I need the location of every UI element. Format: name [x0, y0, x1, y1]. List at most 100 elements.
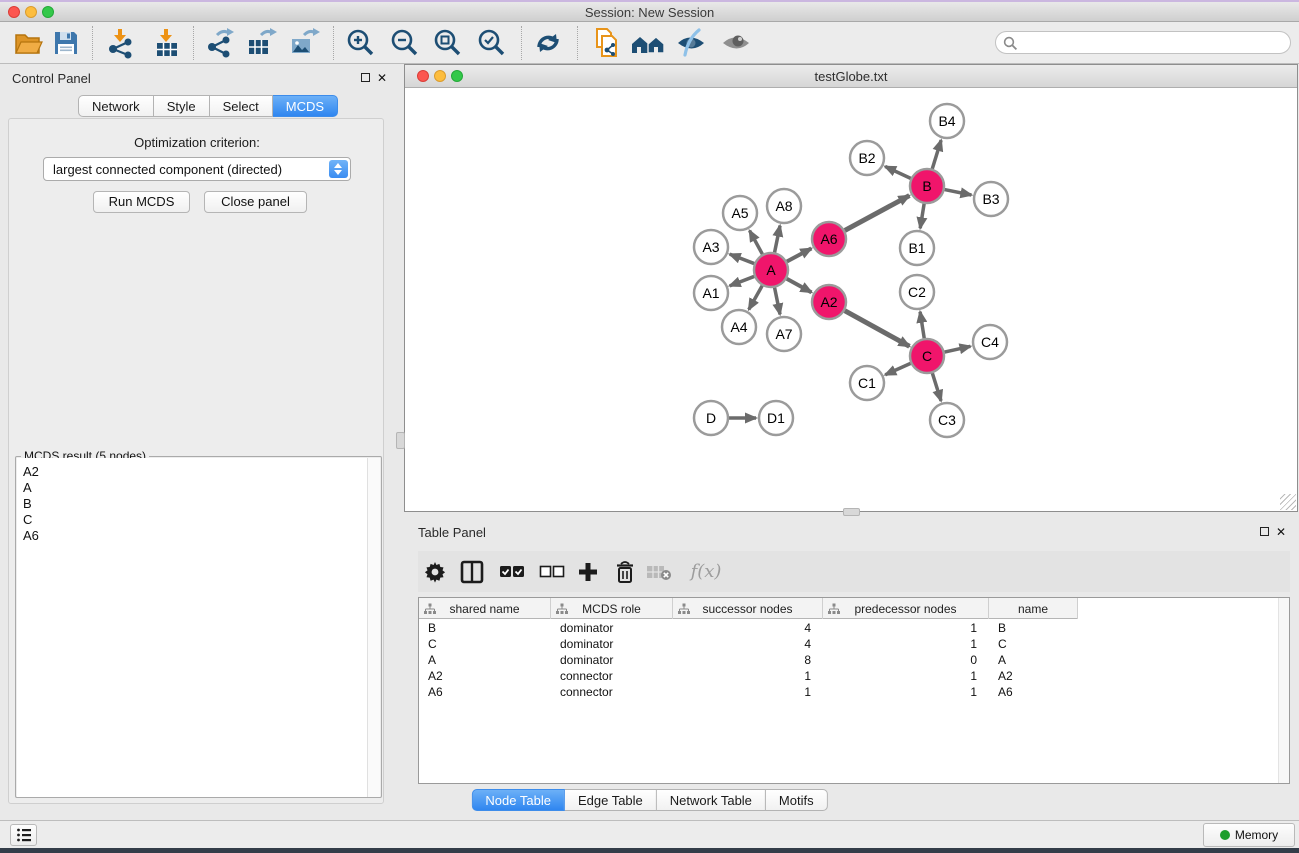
- tab-node-table[interactable]: Node Table: [471, 789, 565, 811]
- save-session-icon[interactable]: [48, 26, 84, 60]
- tab-mcds[interactable]: MCDS: [273, 95, 338, 117]
- select-all-icon[interactable]: [495, 551, 529, 592]
- edge-B-B3[interactable]: [945, 190, 972, 195]
- edge-B-B4[interactable]: [932, 140, 941, 169]
- graph-node-B3[interactable]: B3: [974, 182, 1008, 216]
- cell-predecessor-nodes[interactable]: 1: [823, 636, 989, 652]
- cell-shared-name[interactable]: B: [419, 620, 551, 636]
- cell-MCDS-role[interactable]: connector: [551, 684, 673, 700]
- table-close-panel-icon[interactable]: ✕: [1276, 527, 1286, 537]
- graph-node-A2[interactable]: A2: [812, 285, 846, 319]
- cell-MCDS-role[interactable]: dominator: [551, 652, 673, 668]
- graph-node-A6[interactable]: A6: [812, 222, 846, 256]
- close-panel-icon[interactable]: ✕: [377, 73, 387, 83]
- settings-gear-icon[interactable]: [418, 551, 452, 592]
- edge-A2-C[interactable]: [845, 311, 910, 347]
- cell-shared-name[interactable]: A2: [419, 668, 551, 684]
- graph-node-C1[interactable]: C1: [850, 366, 884, 400]
- import-network-icon[interactable]: [102, 26, 138, 60]
- edge-A-A5[interactable]: [750, 231, 763, 255]
- window-titlebar[interactable]: Session: New Session: [0, 2, 1299, 22]
- graph-node-D[interactable]: D: [694, 401, 728, 435]
- search-input[interactable]: [1022, 33, 1282, 52]
- search-field[interactable]: [995, 31, 1291, 54]
- cell-MCDS-role[interactable]: dominator: [551, 636, 673, 652]
- cell-name[interactable]: A6: [989, 684, 1078, 700]
- cell-predecessor-nodes[interactable]: 1: [823, 684, 989, 700]
- cell-successor-nodes[interactable]: 8: [673, 652, 823, 668]
- column-header-name[interactable]: name: [989, 598, 1078, 619]
- tab-motifs[interactable]: Motifs: [766, 789, 828, 811]
- cell-name[interactable]: A: [989, 652, 1078, 668]
- cell-predecessor-nodes[interactable]: 1: [823, 668, 989, 684]
- graph-node-A5[interactable]: A5: [723, 196, 757, 230]
- edge-A-A2[interactable]: [787, 279, 812, 293]
- resize-grip[interactable]: [1280, 494, 1296, 510]
- memory-button[interactable]: Memory: [1203, 823, 1295, 847]
- destroy-table-icon[interactable]: [642, 551, 676, 592]
- mcds-result-item[interactable]: A2: [23, 464, 369, 480]
- graph-node-B2[interactable]: B2: [850, 141, 884, 175]
- criterion-dropdown[interactable]: largest connected component (directed): [43, 157, 351, 181]
- export-table-icon[interactable]: [243, 26, 279, 60]
- column-header-successor-nodes[interactable]: successor nodes: [673, 598, 823, 619]
- open-file-icon[interactable]: [10, 26, 46, 60]
- refresh-icon[interactable]: [530, 26, 566, 60]
- function-builder-icon[interactable]: f(x): [684, 551, 728, 592]
- add-row-icon[interactable]: [571, 551, 605, 592]
- cell-successor-nodes[interactable]: 1: [673, 668, 823, 684]
- table-row[interactable]: A6connector11A6: [419, 684, 1078, 700]
- cell-name[interactable]: A2: [989, 668, 1078, 684]
- run-mcds-button[interactable]: Run MCDS: [93, 191, 190, 213]
- show-all-icon[interactable]: [718, 26, 754, 60]
- vertical-splitter-handle[interactable]: [396, 432, 405, 449]
- graph-node-D1[interactable]: D1: [759, 401, 793, 435]
- graph-node-B4[interactable]: B4: [930, 104, 964, 138]
- table-row[interactable]: A2connector11A2: [419, 668, 1078, 684]
- import-table-icon[interactable]: [148, 26, 184, 60]
- edge-C-C1[interactable]: [885, 363, 910, 374]
- result-list-scrollbar[interactable]: [367, 458, 380, 797]
- graph-node-A4[interactable]: A4: [722, 310, 756, 344]
- edge-A-A8[interactable]: [775, 226, 780, 253]
- mcds-result-item[interactable]: A: [23, 480, 369, 496]
- cell-predecessor-nodes[interactable]: 0: [823, 652, 989, 668]
- graph-node-A8[interactable]: A8: [767, 189, 801, 223]
- graph-node-C4[interactable]: C4: [973, 325, 1007, 359]
- graph-node-B[interactable]: B: [910, 169, 944, 203]
- cell-shared-name[interactable]: A6: [419, 684, 551, 700]
- export-network-icon[interactable]: [201, 26, 237, 60]
- zoom-out-icon[interactable]: [387, 26, 423, 60]
- show-panels-button[interactable]: [10, 824, 37, 846]
- edge-C-C4[interactable]: [945, 346, 971, 352]
- edge-A-A3[interactable]: [730, 254, 755, 263]
- cell-MCDS-role[interactable]: dominator: [551, 620, 673, 636]
- cell-shared-name[interactable]: C: [419, 636, 551, 652]
- graph-node-A7[interactable]: A7: [767, 317, 801, 351]
- mcds-result-item[interactable]: B: [23, 496, 369, 512]
- table-row[interactable]: Bdominator41B: [419, 620, 1078, 636]
- table-row[interactable]: Cdominator41C: [419, 636, 1078, 652]
- graph-node-A1[interactable]: A1: [694, 276, 728, 310]
- edge-B-B2[interactable]: [885, 166, 911, 178]
- edge-C-C3[interactable]: [932, 373, 941, 401]
- cell-name[interactable]: B: [989, 620, 1078, 636]
- table-float-panel-icon[interactable]: [1260, 527, 1269, 536]
- column-header-shared-name[interactable]: shared name: [419, 598, 551, 619]
- network-canvas[interactable]: B4B2BB3A5A8A6A3B1AA1C2A2A4A7C4CC1C3DD1: [406, 88, 1297, 511]
- edge-A6-B[interactable]: [845, 196, 910, 231]
- mcds-result-list[interactable]: A2ABCA6: [17, 458, 369, 797]
- cell-successor-nodes[interactable]: 4: [673, 636, 823, 652]
- deselect-all-icon[interactable]: [535, 551, 569, 592]
- graph-node-A3[interactable]: A3: [694, 230, 728, 264]
- edge-C-C2[interactable]: [920, 312, 924, 338]
- cell-shared-name[interactable]: A: [419, 652, 551, 668]
- tab-network[interactable]: Network: [78, 95, 154, 117]
- graph-node-A[interactable]: A: [754, 253, 788, 287]
- edge-A-A7[interactable]: [775, 288, 780, 315]
- cell-successor-nodes[interactable]: 1: [673, 684, 823, 700]
- table-scrollbar[interactable]: [1278, 598, 1289, 783]
- network-window-titlebar[interactable]: testGlobe.txt: [405, 65, 1297, 88]
- first-neighbors-icon[interactable]: [630, 26, 666, 60]
- edge-A-A4[interactable]: [749, 286, 762, 310]
